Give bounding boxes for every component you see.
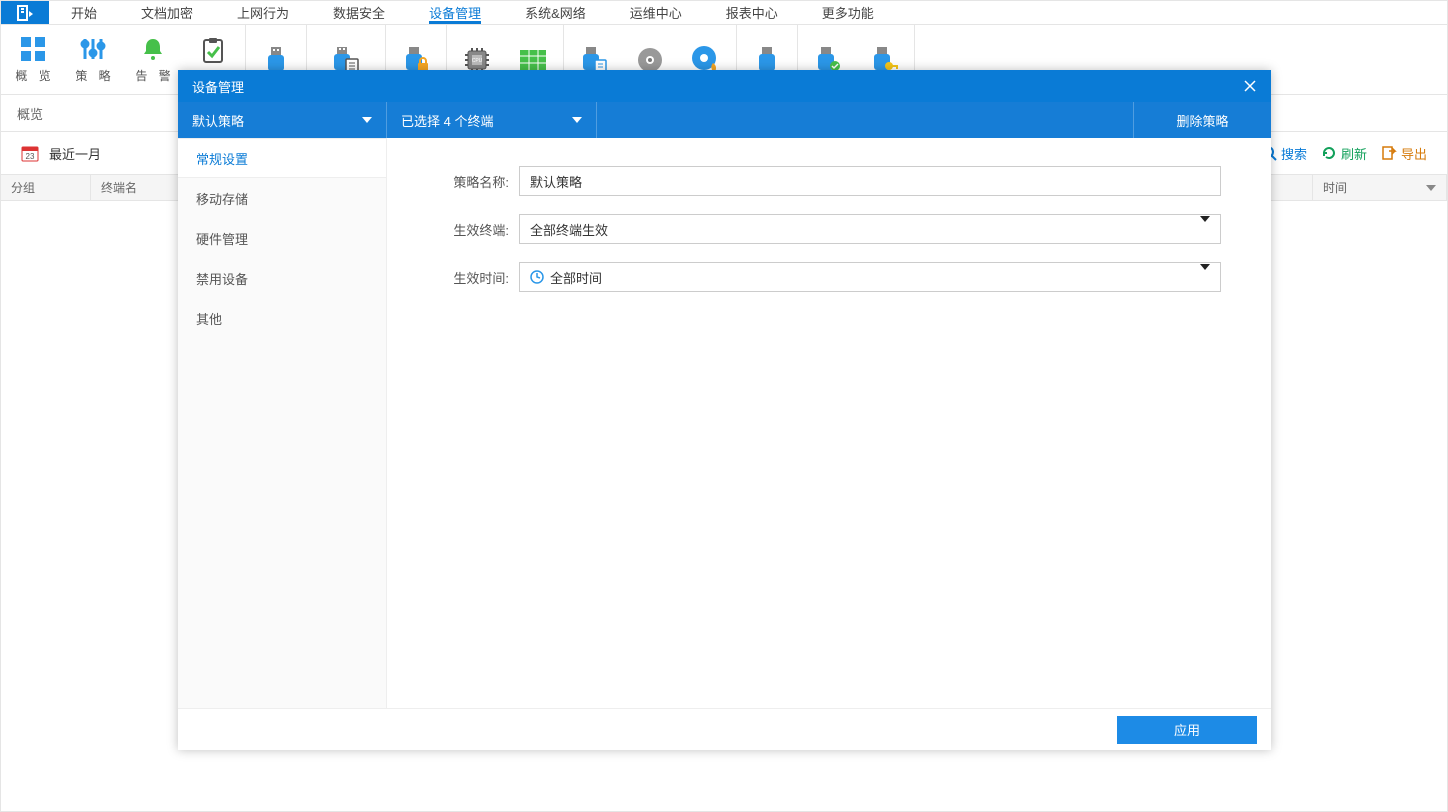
policy-name-label: 策略名称:	[427, 172, 509, 191]
menu-encrypt[interactable]: 文档加密	[119, 1, 215, 24]
sidebar-item-disable[interactable]: 禁用设备	[178, 258, 386, 298]
sidebar-item-hardware[interactable]: 硬件管理	[178, 218, 386, 258]
close-icon	[1243, 79, 1257, 93]
menu-internet[interactable]: 上网行为	[215, 1, 311, 24]
app-menu-button[interactable]	[1, 1, 49, 24]
policy-dropdown-label: 默认策略	[192, 111, 244, 130]
ribbon-alert[interactable]: 告 警	[123, 25, 183, 94]
menu-ops[interactable]: 运维中心	[608, 1, 704, 24]
device-mgmt-dialog: 设备管理 默认策略 已选择 4 个终端 删除策略 常规设置 移动存储 硬件管理 …	[178, 70, 1271, 750]
refresh-label: 刷新	[1341, 144, 1367, 163]
ribbon-policy[interactable]: 策 略	[63, 25, 123, 94]
chevron-down-icon	[362, 117, 372, 123]
menu-report[interactable]: 报表中心	[704, 1, 800, 24]
apply-button[interactable]: 应用	[1117, 716, 1257, 744]
policy-name-input[interactable]: 默认策略	[519, 166, 1221, 196]
grid-green-icon	[519, 49, 547, 71]
clock-icon	[530, 270, 544, 284]
scope-label: 生效终端:	[427, 220, 509, 239]
time-select[interactable]: 全部时间	[519, 262, 1221, 292]
refresh-icon	[1321, 145, 1337, 161]
recent-filter[interactable]: 最近一月	[49, 144, 101, 163]
sliders-icon	[79, 35, 107, 63]
dialog-close-button[interactable]	[1243, 79, 1257, 93]
chevron-down-icon	[572, 117, 582, 123]
terminal-dropdown-label: 已选择 4 个终端	[401, 111, 493, 130]
delete-policy-button[interactable]: 删除策略	[1133, 102, 1271, 138]
scope-value: 全部终端生效	[530, 220, 608, 239]
terminal-dropdown[interactable]: 已选择 4 个终端	[387, 102, 597, 138]
time-label: 生效时间:	[427, 268, 509, 287]
main-menubar: 开始 文档加密 上网行为 数据安全 设备管理 系统&网络 运维中心 报表中心 更…	[1, 1, 1447, 25]
bell-icon	[139, 35, 167, 63]
svg-text:23: 23	[26, 152, 35, 161]
sidebar-item-other[interactable]: 其他	[178, 298, 386, 338]
dialog-titlebar: 设备管理	[178, 70, 1271, 102]
sidebar-item-removable[interactable]: 移动存储	[178, 178, 386, 218]
export-icon	[1381, 145, 1397, 161]
menu-start[interactable]: 开始	[49, 1, 119, 24]
sidebar-item-general[interactable]: 常规设置	[178, 138, 386, 178]
svg-text:CPU: CPU	[472, 58, 483, 64]
policy-dropdown[interactable]: 默认策略	[178, 102, 387, 138]
export-label: 导出	[1401, 144, 1427, 163]
dialog-sidebar: 常规设置 移动存储 硬件管理 禁用设备 其他	[178, 138, 387, 708]
clipboard-check-icon	[199, 37, 227, 65]
time-value: 全部时间	[550, 268, 602, 287]
ribbon-policy-label: 策 略	[71, 67, 114, 84]
refresh-button[interactable]: 刷新	[1321, 144, 1367, 163]
col-time-label: 时间	[1323, 179, 1347, 196]
dialog-top-row: 默认策略 已选择 4 个终端 删除策略	[178, 102, 1271, 138]
menu-device[interactable]: 设备管理	[407, 1, 503, 24]
dialog-form: 策略名称: 默认策略 生效终端: 全部终端生效 生效时间:	[387, 138, 1271, 708]
export-button[interactable]: 导出	[1381, 144, 1427, 163]
ribbon-overview[interactable]: 概 览	[3, 25, 63, 94]
subheader-title: 概览	[17, 104, 43, 123]
chevron-down-icon	[1200, 270, 1210, 285]
menu-more[interactable]: 更多功能	[800, 1, 896, 24]
scope-select[interactable]: 全部终端生效	[519, 214, 1221, 244]
col-group[interactable]: 分组	[1, 175, 91, 200]
search-label: 搜索	[1281, 144, 1307, 163]
grid-icon	[19, 35, 47, 63]
calendar-icon: 23	[21, 144, 39, 162]
chevron-down-icon	[1200, 222, 1210, 237]
ribbon-alert-label: 告 警	[131, 67, 174, 84]
menu-datasec[interactable]: 数据安全	[311, 1, 407, 24]
sort-caret-icon	[1426, 185, 1436, 191]
dialog-title: 设备管理	[192, 77, 244, 96]
col-time[interactable]: 时间	[1313, 175, 1447, 200]
menu-sysnet[interactable]: 系统&网络	[503, 1, 608, 24]
policy-name-value: 默认策略	[530, 172, 582, 191]
dialog-footer: 应用	[178, 708, 1271, 750]
app-menu-icon	[16, 5, 34, 21]
ribbon-overview-label: 概 览	[11, 67, 54, 84]
